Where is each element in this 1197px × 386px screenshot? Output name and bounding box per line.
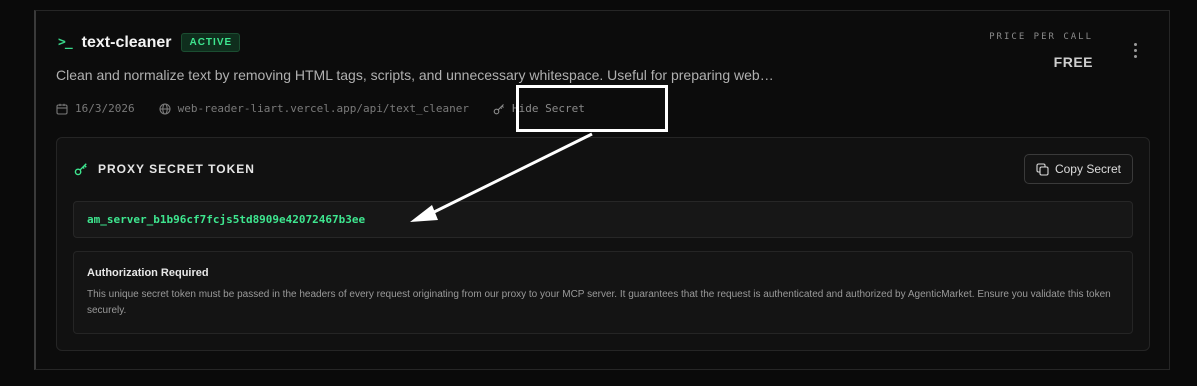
price-block: PRICE PER CALL FREE <box>989 32 1093 70</box>
endpoint-url: web-reader-liart.vercel.app/api/text_cle… <box>177 102 470 115</box>
copy-secret-label: Copy Secret <box>1054 162 1121 176</box>
terminal-icon: >_ <box>58 35 73 50</box>
auth-title: Authorization Required <box>87 267 209 279</box>
tool-card: >_ text-cleaner ACTIVE PRICE PER CALL FR… <box>34 10 1170 370</box>
key-icon <box>74 163 87 176</box>
tool-header: >_ text-cleaner ACTIVE <box>58 33 241 52</box>
hide-secret-button[interactable]: Hide Secret <box>493 102 585 115</box>
status-badge: ACTIVE <box>181 33 241 52</box>
secret-token: am_server_b1b96cf7fcjs5td8909e42072467b3… <box>87 213 366 226</box>
panel-title: PROXY SECRET TOKEN <box>98 162 255 176</box>
hide-secret-label: Hide Secret <box>512 102 585 115</box>
authorization-notice: Authorization Required This unique secre… <box>73 251 1133 334</box>
secret-panel: PROXY SECRET TOKEN Copy Secret am_server… <box>56 137 1150 351</box>
meta-row: 16/3/2026 web-reader-liart.vercel.app/ap… <box>56 102 585 115</box>
date-item: 16/3/2026 <box>56 102 135 115</box>
tool-name: text-cleaner <box>81 33 172 51</box>
price-label: PRICE PER CALL <box>989 32 1093 42</box>
key-icon <box>493 103 504 114</box>
copy-secret-button[interactable]: Copy Secret <box>1023 154 1133 184</box>
calendar-icon <box>56 103 68 115</box>
token-field[interactable]: am_server_b1b96cf7fcjs5td8909e42072467b3… <box>73 201 1133 238</box>
url-item: web-reader-liart.vercel.app/api/text_cle… <box>159 102 469 115</box>
panel-header: PROXY SECRET TOKEN <box>74 162 255 176</box>
globe-icon <box>159 102 171 115</box>
date-text: 16/3/2026 <box>75 102 135 115</box>
price-value: FREE <box>1053 54 1093 70</box>
auth-text: This unique secret token must be passed … <box>87 289 1111 316</box>
tool-description: Clean and normalize text by removing HTM… <box>56 67 774 83</box>
more-vertical-icon[interactable] <box>1131 43 1139 61</box>
copy-icon <box>1036 162 1049 176</box>
